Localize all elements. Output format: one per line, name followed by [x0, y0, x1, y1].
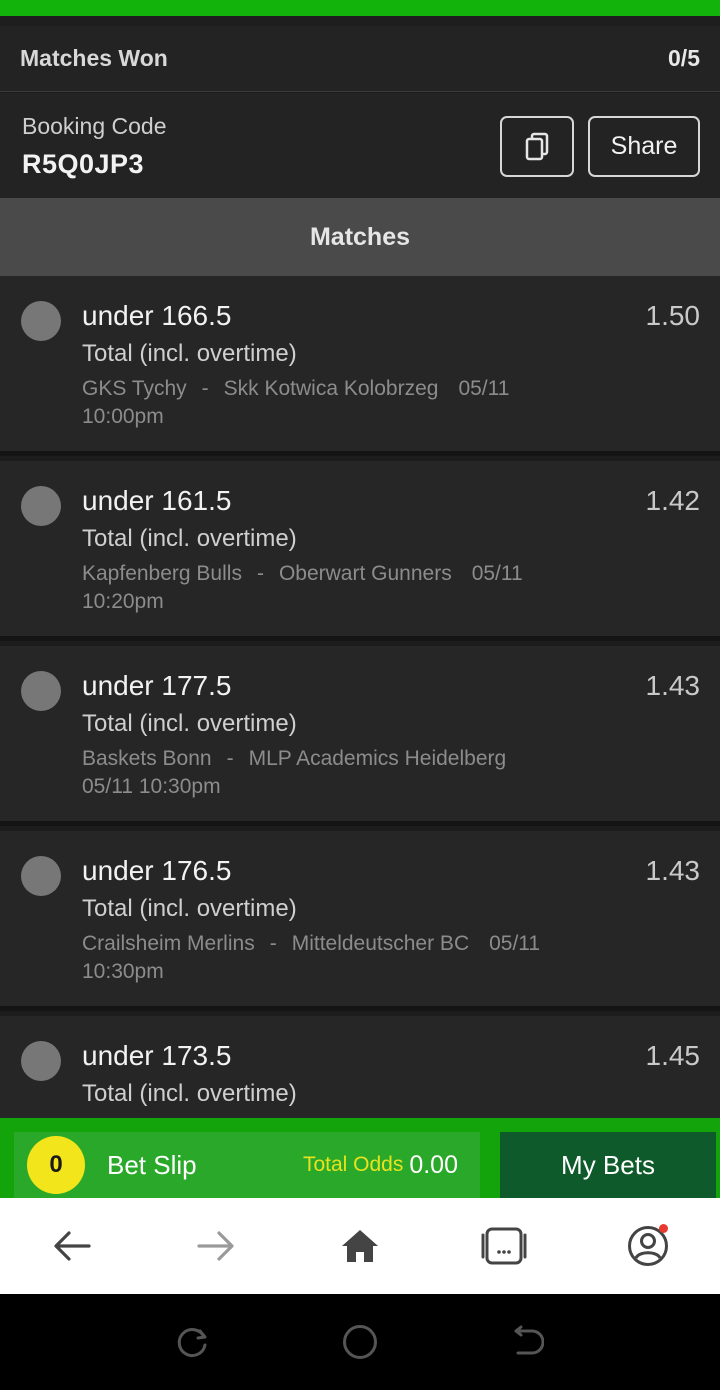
notification-dot [659, 1224, 668, 1233]
booking-code-label: Booking Code [22, 113, 167, 139]
total-odds-value: 0.00 [409, 1150, 458, 1179]
system-navigation-bar [0, 1294, 720, 1390]
match-teams: Baskets Bonn - MLP Academics Heidelberg 05/… [82, 745, 642, 801]
match-pick: under 177.5 [82, 670, 232, 701]
match-market: Total (incl. overtime) [82, 1080, 297, 1107]
recents-button[interactable] [163, 1312, 223, 1372]
match-date: 05/11 [82, 775, 133, 798]
back-button[interactable] [36, 1210, 108, 1282]
system-home-button[interactable] [330, 1312, 390, 1372]
team-separator: - [256, 562, 264, 585]
home-circle-icon [342, 1325, 377, 1359]
home-button[interactable] [324, 1210, 396, 1282]
share-button[interactable]: Share [588, 116, 700, 177]
match-odds: 1.43 [645, 670, 701, 701]
match-item: under 177.5 1.43 Total (incl. overtime) … [0, 646, 720, 826]
home-team: GKS Tychy [82, 377, 187, 400]
team-separator: - [226, 747, 234, 770]
match-item: under 173.5 1.45 Total (incl. overtime) [0, 1016, 720, 1118]
matches-section-header: Matches [0, 198, 720, 276]
match-status-dot [21, 856, 61, 896]
copy-button[interactable] [500, 116, 574, 177]
match-market: Total (incl. overtime) [82, 340, 297, 367]
home-team: Crailsheim Merlins [82, 932, 255, 955]
match-odds: 1.42 [645, 485, 701, 516]
copy-icon [525, 132, 549, 160]
top-status-bar [0, 0, 720, 16]
recents-icon [178, 1328, 207, 1358]
match-status-dot [21, 486, 61, 526]
home-icon [342, 1230, 378, 1262]
system-back-icon [514, 1325, 544, 1355]
home-team: Baskets Bonn [82, 747, 212, 770]
match-market: Total (incl. overtime) [82, 895, 297, 922]
match-time: 10:00pm [82, 405, 164, 428]
match-odds: 1.45 [645, 1040, 701, 1071]
match-odds: 1.43 [645, 855, 701, 886]
match-teams: Crailsheim Merlins - Mitteldeutscher BC 05/… [82, 930, 642, 986]
booking-code-value: R5Q0JP3 [22, 149, 145, 179]
match-market: Total (incl. overtime) [82, 525, 297, 552]
matches-won-value: 0/5 [668, 45, 700, 71]
team-separator: - [269, 932, 277, 955]
match-pick: under 166.5 [82, 300, 232, 331]
match-teams: Kapfenberg Bulls - Oberwart Gunners 05/11 10… [82, 560, 642, 616]
bet-slip-button[interactable]: 0 Bet Slip Total Odds 0.00 [14, 1132, 480, 1198]
match-pick: under 176.5 [82, 855, 232, 886]
tabs-button[interactable] [468, 1210, 540, 1282]
my-bets-button[interactable]: My Bets [500, 1132, 716, 1198]
away-team: Skk Kotwica Kolobrzeg [223, 377, 439, 400]
booking-code-section: Booking Code R5Q0JP3 Share [0, 93, 720, 198]
match-status-dot [21, 301, 61, 341]
forward-button[interactable] [180, 1210, 252, 1282]
match-date: 05/11 [471, 562, 523, 585]
match-status-dot [21, 1041, 61, 1081]
matches-won-label: Matches Won [20, 45, 168, 71]
total-odds-label: Total Odds [302, 1153, 404, 1176]
match-time: 10:30pm [138, 775, 221, 798]
match-pick: under 161.5 [82, 485, 232, 516]
away-team: Mitteldeutscher BC [291, 932, 470, 955]
forward-arrow-icon [197, 1231, 234, 1261]
bet-slip-count-badge: 0 [27, 1136, 85, 1194]
match-time: 10:30pm [82, 960, 164, 983]
account-button[interactable] [612, 1210, 684, 1282]
match-time: 10:20pm [82, 590, 164, 613]
bet-bar: 0 Bet Slip Total Odds 0.00 My Bets [0, 1118, 720, 1198]
tabs-icon [481, 1227, 527, 1265]
back-arrow-icon [54, 1231, 91, 1261]
team-separator: - [201, 377, 209, 400]
match-item: under 166.5 1.50 Total (incl. overtime) … [0, 276, 720, 456]
header-divider [0, 16, 720, 26]
match-item: under 176.5 1.43 Total (incl. overtime) … [0, 831, 720, 1011]
match-date: 05/11 [489, 932, 541, 955]
match-date: 05/11 [458, 377, 510, 400]
home-team: Kapfenberg Bulls [82, 562, 242, 585]
away-team: MLP Academics Heidelberg [248, 747, 507, 770]
match-odds: 1.50 [645, 300, 701, 331]
match-teams: GKS Tychy - Skk Kotwica Kolobrzeg 05/11 10:0… [82, 375, 642, 431]
match-status-dot [21, 671, 61, 711]
bet-slip-label: Bet Slip [107, 1149, 197, 1180]
matches-won-row: Matches Won 0/5 [0, 26, 720, 92]
match-market: Total (incl. overtime) [82, 710, 297, 737]
away-team: Oberwart Gunners [278, 562, 452, 585]
match-pick: under 173.5 [82, 1040, 232, 1071]
browser-navigation-bar [0, 1198, 720, 1294]
match-item: under 161.5 1.42 Total (incl. overtime) … [0, 461, 720, 641]
system-back-button[interactable] [497, 1312, 557, 1372]
